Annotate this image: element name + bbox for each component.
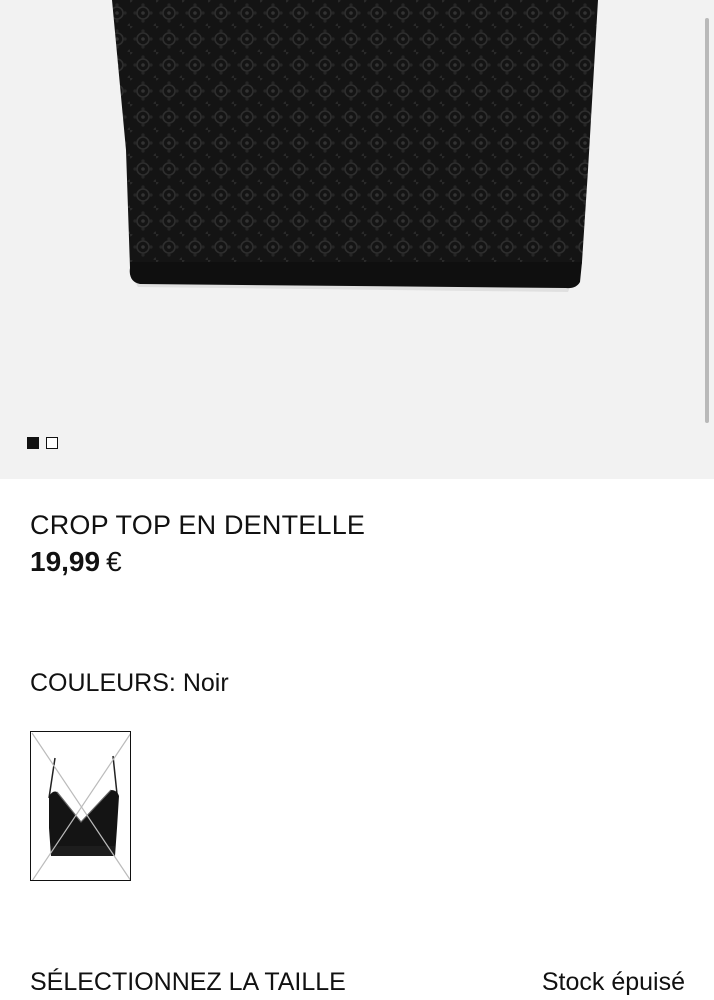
gallery-dot-1[interactable] [27,437,39,449]
product-price: 19,99 € [30,546,122,578]
swatch-thumbnail [31,732,130,880]
gallery-dot-2[interactable] [46,437,58,449]
selected-color: Noir [182,669,229,697]
size-selector[interactable]: SÉLECTIONNEZ LA TAILLE Stock épuisé [30,968,685,997]
color-selection-label: COULEURS: Noir [30,669,229,698]
product-title: CROP TOP EN DENTELLE [30,510,366,540]
gallery-scrollbar[interactable] [705,18,709,423]
gallery-pagination [27,437,58,449]
colors-label: COULEURS: [30,669,176,697]
price-currency: € [106,546,122,577]
product-image [112,0,598,292]
size-selector-label: SÉLECTIONNEZ LA TAILLE [30,968,346,996]
price-amount: 19,99 [30,546,101,577]
stock-status: Stock épuisé [541,968,685,996]
color-swatch-noir[interactable] [30,731,131,881]
product-image-gallery[interactable] [0,0,714,479]
